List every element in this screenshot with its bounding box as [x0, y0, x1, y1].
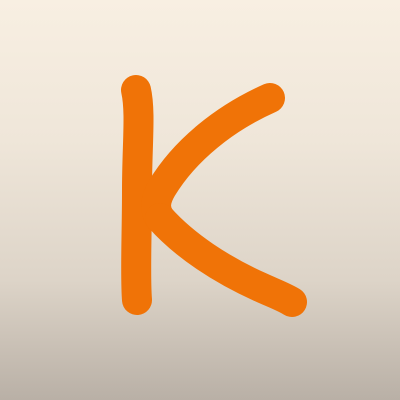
k-logo-stem [121, 75, 154, 315]
k-logo-lower-arm [145, 203, 307, 317]
k-logo-upper-arm [141, 83, 285, 233]
k-logo-icon [121, 75, 307, 317]
k-logo-letter [121, 75, 307, 317]
app-icon [0, 0, 400, 400]
